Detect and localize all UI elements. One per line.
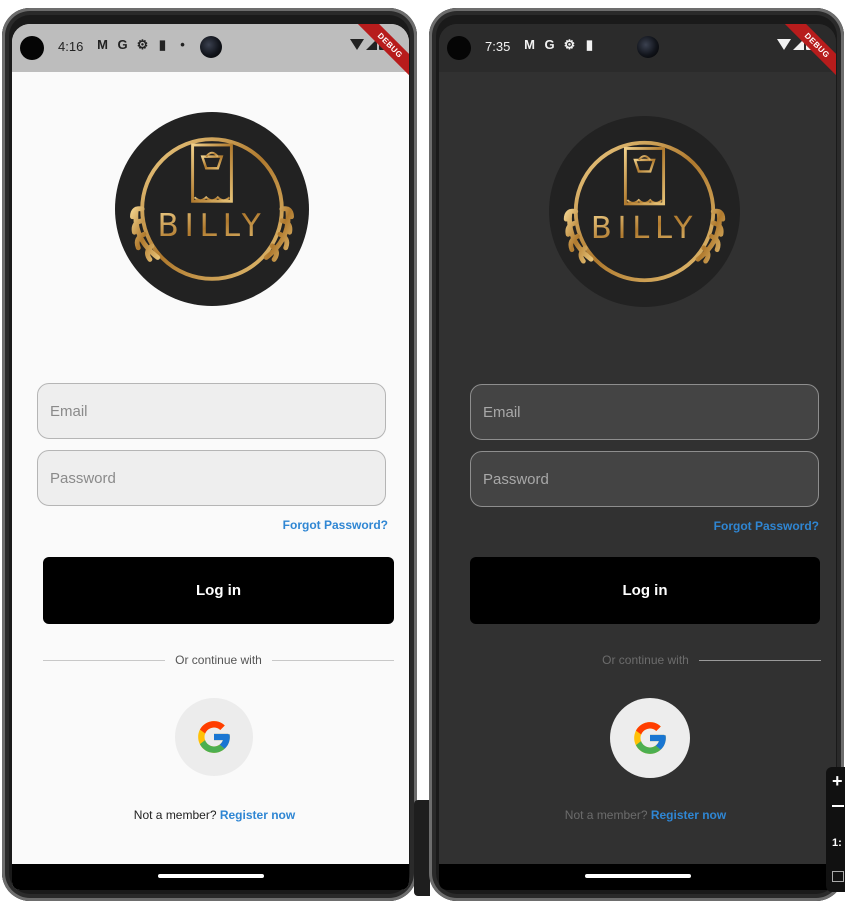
debug-banner: DEBUG	[357, 24, 409, 79]
app-logo: BILLY	[115, 112, 309, 306]
forgot-password-link[interactable]: Forgot Password?	[283, 518, 388, 532]
sd-card-icon: ▮	[158, 37, 167, 52]
debug-banner: DEBUG	[784, 24, 836, 79]
register-row: Not a member? Register now	[455, 808, 836, 822]
google-signin-button[interactable]	[175, 698, 253, 776]
notification-icons: M G ⚙ ▮ •	[96, 38, 189, 51]
navigation-bar	[439, 864, 836, 890]
home-gesture-handle[interactable]	[584, 874, 691, 878]
settings-icon: ⚙	[136, 37, 149, 52]
login-button-label: Log in	[622, 582, 668, 599]
google-icon	[198, 721, 230, 753]
status-bar: 7:35 M G ⚙ ▮ DEBUG	[439, 24, 836, 79]
continue-divider: Or continue with	[43, 652, 394, 668]
emulator-side-panel: + 1:	[826, 767, 845, 892]
app-screen-light: 4:16 M G ⚙ ▮ • DEBUG BILLY Email Passwor…	[12, 24, 409, 890]
app-logo: BILLY	[549, 116, 740, 307]
password-field[interactable]: Password	[37, 450, 386, 506]
emulator-side-stub	[414, 800, 430, 896]
register-now-link[interactable]: Register now	[651, 808, 726, 822]
login-button[interactable]: Log in	[470, 557, 820, 624]
google-signin-button[interactable]	[610, 698, 690, 778]
gmail-icon: M	[524, 37, 535, 52]
register-prompt: Not a member?	[133, 808, 217, 822]
camera-hole	[20, 36, 44, 60]
login-button[interactable]: Log in	[43, 557, 394, 624]
password-field[interactable]: Password	[470, 451, 819, 507]
divider-line-left	[43, 659, 166, 661]
camera-lens	[637, 36, 659, 58]
zoom-in-button[interactable]: +	[832, 771, 843, 792]
ratio-label: 1:	[832, 837, 842, 849]
email-field[interactable]: Email	[470, 384, 819, 440]
wifi-icon	[350, 38, 364, 50]
password-placeholder: Password	[50, 469, 116, 487]
login-button-label: Log in	[196, 582, 241, 599]
navigation-bar	[12, 864, 409, 890]
app-screen-dark: 7:35 M G ⚙ ▮ DEBUG BILLY Email Password …	[439, 24, 836, 890]
register-prompt: Not a member?	[564, 808, 648, 822]
email-placeholder: Email	[50, 402, 88, 420]
zoom-out-button[interactable]	[832, 805, 844, 807]
email-placeholder: Email	[483, 403, 521, 421]
settings-icon: ⚙	[563, 37, 576, 52]
divider-text: Or continue with	[175, 653, 262, 667]
home-gesture-handle[interactable]	[157, 874, 264, 878]
billy-logo-icon: BILLY	[563, 140, 726, 283]
fit-screen-icon[interactable]	[832, 871, 844, 882]
divider-line-right	[698, 659, 821, 661]
logo-text: BILLY	[158, 208, 267, 244]
gmail-icon: M	[97, 37, 108, 52]
password-placeholder: Password	[483, 470, 549, 488]
google-icon	[634, 722, 666, 754]
status-time: 7:35	[485, 39, 511, 54]
wifi-icon	[777, 38, 791, 50]
divider-text: Or continue with	[602, 653, 689, 667]
phone-frame-light: 4:16 M G ⚙ ▮ • DEBUG BILLY Email Passwor…	[2, 8, 417, 901]
status-bar: 4:16 M G ⚙ ▮ • DEBUG	[12, 24, 409, 79]
notification-icons: M G ⚙ ▮	[523, 38, 596, 51]
email-field[interactable]: Email	[37, 383, 386, 439]
divider-line-right	[271, 659, 394, 661]
dot-icon: •	[180, 37, 185, 52]
divider-line-left	[470, 660, 592, 661]
google-icon: G	[117, 37, 128, 52]
camera-lens	[200, 36, 222, 58]
sd-card-icon: ▮	[585, 37, 594, 52]
phone-frame-dark: 7:35 M G ⚙ ▮ DEBUG BILLY Email Password …	[429, 8, 844, 901]
billy-logo-icon: BILLY	[130, 137, 294, 281]
status-time: 4:16	[58, 39, 84, 54]
register-now-link[interactable]: Register now	[220, 808, 295, 822]
camera-hole	[447, 36, 471, 60]
forgot-password-link[interactable]: Forgot Password?	[714, 519, 819, 533]
google-icon: G	[544, 37, 555, 52]
register-row: Not a member? Register now	[20, 808, 409, 822]
continue-divider: Or continue with	[470, 652, 821, 668]
logo-text: BILLY	[591, 211, 698, 246]
